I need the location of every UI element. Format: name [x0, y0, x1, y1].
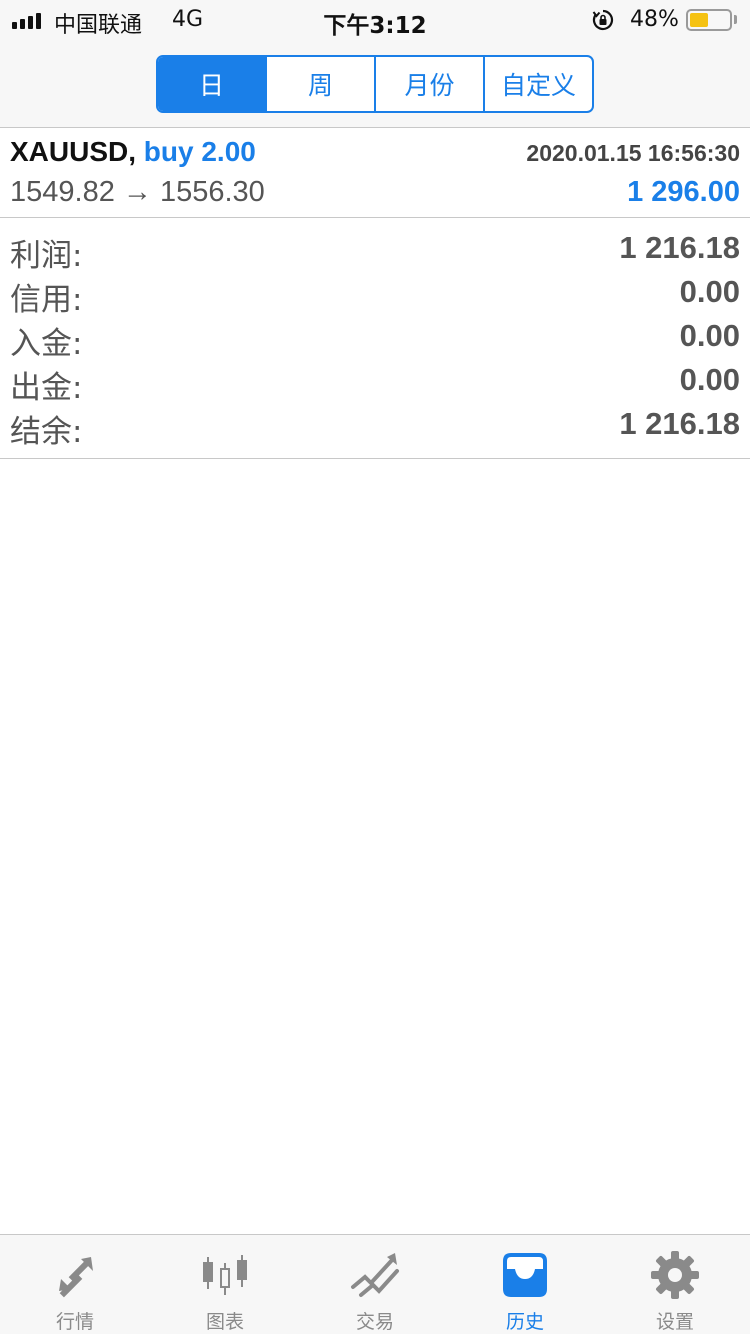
summary-label: 信用:: [10, 282, 83, 318]
rotation-lock-icon: [592, 9, 614, 31]
gear-icon: [651, 1251, 699, 1299]
tab-week[interactable]: 周: [267, 57, 376, 111]
summary-value: 1 216.18: [619, 406, 740, 441]
deal-datetime: 2020.01.15 16:56:30: [526, 140, 740, 166]
tab-settings[interactable]: 设置: [600, 1235, 750, 1334]
deal-symbol: XAUUSD,: [10, 136, 137, 167]
summary-row-withdrawal: 出金: 0.00: [0, 362, 750, 406]
deal-action: buy 2.00: [143, 136, 256, 167]
summary-row-balance: 结余: 1 216.18: [0, 406, 750, 450]
summary-label: 出金:: [10, 370, 83, 406]
quotes-arrows-icon: [59, 1257, 93, 1298]
price-arrow: →: [122, 176, 152, 208]
battery-tip: [734, 15, 737, 24]
tab-charts[interactable]: 图表: [150, 1235, 300, 1334]
tab-quotes[interactable]: 行情: [0, 1235, 150, 1334]
tab-label: 设置: [655, 1311, 694, 1333]
summary-row-profit: 利润: 1 216.18: [0, 230, 750, 274]
summary-row-credit: 信用: 0.00: [0, 274, 750, 318]
tab-label: 图表: [205, 1311, 244, 1333]
tab-custom[interactable]: 自定义: [485, 57, 592, 111]
price-open: 1549.82: [10, 176, 115, 208]
trade-trend-icon: [351, 1253, 399, 1297]
period-segmented-control: 日 周 月份 自定义: [156, 55, 594, 113]
deal-row[interactable]: XAUUSD, buy 2.00 2020.01.15 16:56:30 154…: [0, 128, 750, 218]
summary-row-deposit: 入金: 0.00: [0, 318, 750, 362]
tab-label: 交易: [355, 1311, 394, 1333]
summary-label: 入金:: [10, 326, 83, 362]
summary-label: 结余:: [10, 414, 83, 450]
period-selector-bar: 日 周 月份 自定义: [0, 40, 750, 128]
summary-value: 0.00: [679, 318, 740, 353]
tab-label: 历史: [505, 1311, 544, 1333]
tab-history[interactable]: 历史: [450, 1235, 600, 1334]
tab-label: 行情: [55, 1311, 94, 1333]
tab-day[interactable]: 日: [158, 57, 267, 111]
status-bar: 中国联通 4G 下午3:12 48%: [0, 0, 750, 40]
summary-label: 利润:: [10, 238, 83, 274]
summary-value: 1 216.18: [619, 230, 740, 265]
price-close: 1556.30: [159, 176, 265, 208]
deal-title: XAUUSD, buy 2.00: [10, 136, 256, 168]
account-summary: 利润: 1 216.18 信用: 0.00 入金: 0.00 出金: 0.00 …: [0, 218, 750, 459]
tab-trade[interactable]: 交易: [300, 1235, 450, 1334]
summary-value: 0.00: [679, 362, 740, 397]
bottom-tab-bar: 行情 图表 交易 历史 设置: [0, 1234, 750, 1334]
deal-profit: 1 296.00: [627, 176, 740, 208]
candlestick-chart-icon: [203, 1255, 247, 1295]
battery-icon: [686, 9, 732, 31]
history-inbox-icon: [503, 1253, 547, 1297]
summary-value: 0.00: [679, 274, 740, 309]
battery-percent: 48%: [630, 7, 679, 32]
battery-level-fill: [690, 13, 708, 27]
deal-prices: 1549.82 → 1556.30: [10, 176, 265, 209]
tab-month[interactable]: 月份: [376, 57, 485, 111]
